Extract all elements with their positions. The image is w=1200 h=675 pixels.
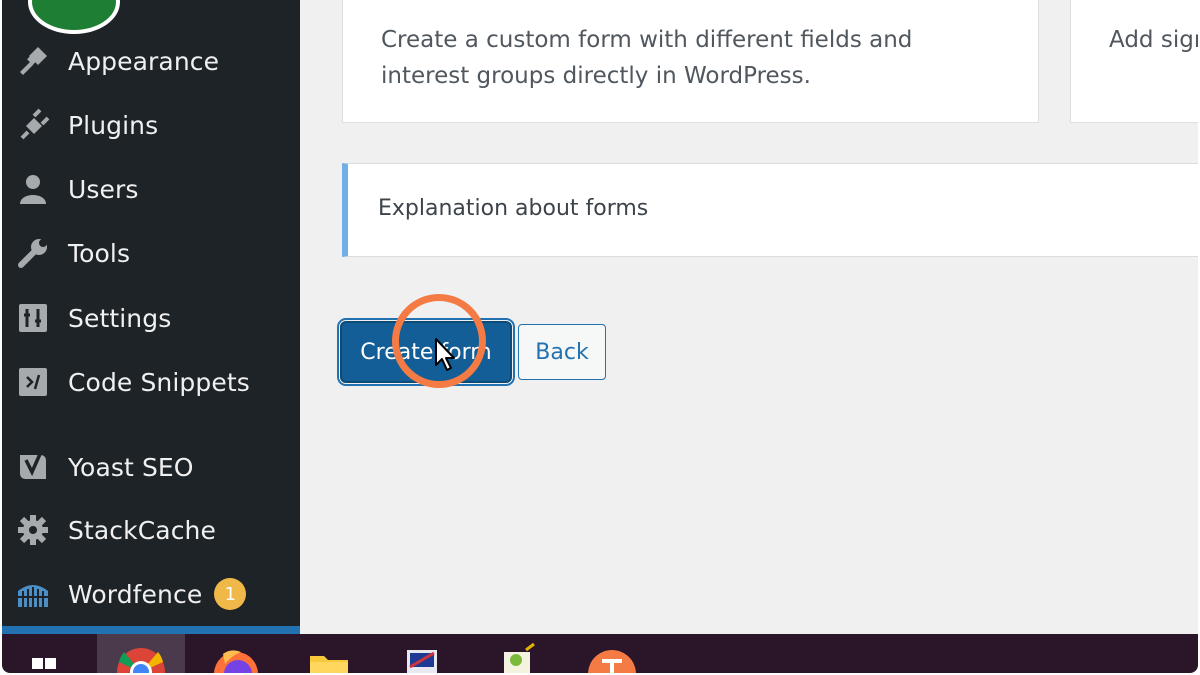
sidebar-item-stackcache[interactable]: StackCache: [2, 501, 300, 559]
firefox-icon[interactable]: [206, 634, 266, 673]
chrome-icon[interactable]: [97, 634, 185, 673]
sidebar-item-tools[interactable]: Tools: [2, 224, 300, 282]
user-icon: [16, 172, 50, 206]
yoast-icon: [16, 450, 50, 484]
sidebar-item-code-snippets[interactable]: Code Snippets: [2, 353, 300, 411]
signup-card[interactable]: Add sign: [1070, 0, 1198, 123]
app-orange-icon[interactable]: [582, 634, 642, 673]
sidebar-item-settings[interactable]: Settings: [2, 289, 300, 347]
avatar[interactable]: [28, 0, 120, 34]
custom-form-card[interactable]: Create a custom form with different fiel…: [342, 0, 1039, 123]
back-button[interactable]: Back: [518, 324, 606, 380]
taskbar: [2, 634, 1198, 673]
sidebar-item-users[interactable]: Users: [2, 160, 300, 218]
mouse-cursor-icon: [435, 338, 455, 371]
main-content: Create a custom form with different fiel…: [300, 0, 1198, 634]
sidebar-item-label: Yoast SEO: [68, 452, 194, 482]
sidebar-item-label: Users: [68, 174, 139, 204]
sidebar-item-appearance[interactable]: Appearance: [2, 32, 300, 90]
screen: Appearance Plugins Users Tools Settings: [2, 0, 1198, 673]
code-icon: [16, 365, 50, 399]
notepad-icon[interactable]: [487, 634, 547, 673]
paintbrush-icon: [16, 44, 50, 78]
wordfence-icon: [16, 577, 50, 611]
sliders-icon: [16, 301, 50, 335]
card-description: Add sign: [1109, 27, 1198, 53]
sidebar-item-label: StackCache: [68, 515, 216, 545]
notification-badge: 1: [214, 578, 247, 610]
plug-icon: [16, 108, 50, 142]
active-menu-indicator: [2, 626, 300, 634]
sidebar-item-plugins[interactable]: Plugins: [2, 96, 300, 154]
admin-sidebar: Appearance Plugins Users Tools Settings: [2, 0, 300, 634]
info-notice: Explanation about forms: [342, 163, 1198, 257]
notice-text: Explanation about forms: [378, 196, 649, 221]
sidebar-item-label: Code Snippets: [68, 367, 250, 397]
sidebar-item-label: Settings: [68, 303, 172, 333]
windows-start-icon[interactable]: [14, 634, 74, 673]
app-icon[interactable]: [392, 634, 452, 673]
card-description: Create a custom form with different fiel…: [381, 27, 913, 89]
sidebar-item-yoast-seo[interactable]: Yoast SEO: [2, 438, 300, 496]
sidebar-item-label: Appearance: [68, 46, 220, 76]
sidebar-item-label: Plugins: [68, 110, 159, 140]
file-explorer-icon[interactable]: [299, 634, 359, 673]
sidebar-item-label: Wordfence: [68, 579, 203, 609]
gear-icon: [16, 513, 50, 547]
wrench-icon: [16, 236, 50, 270]
sidebar-item-label: Tools: [68, 238, 131, 268]
sidebar-item-wordfence[interactable]: Wordfence 1: [2, 565, 300, 623]
